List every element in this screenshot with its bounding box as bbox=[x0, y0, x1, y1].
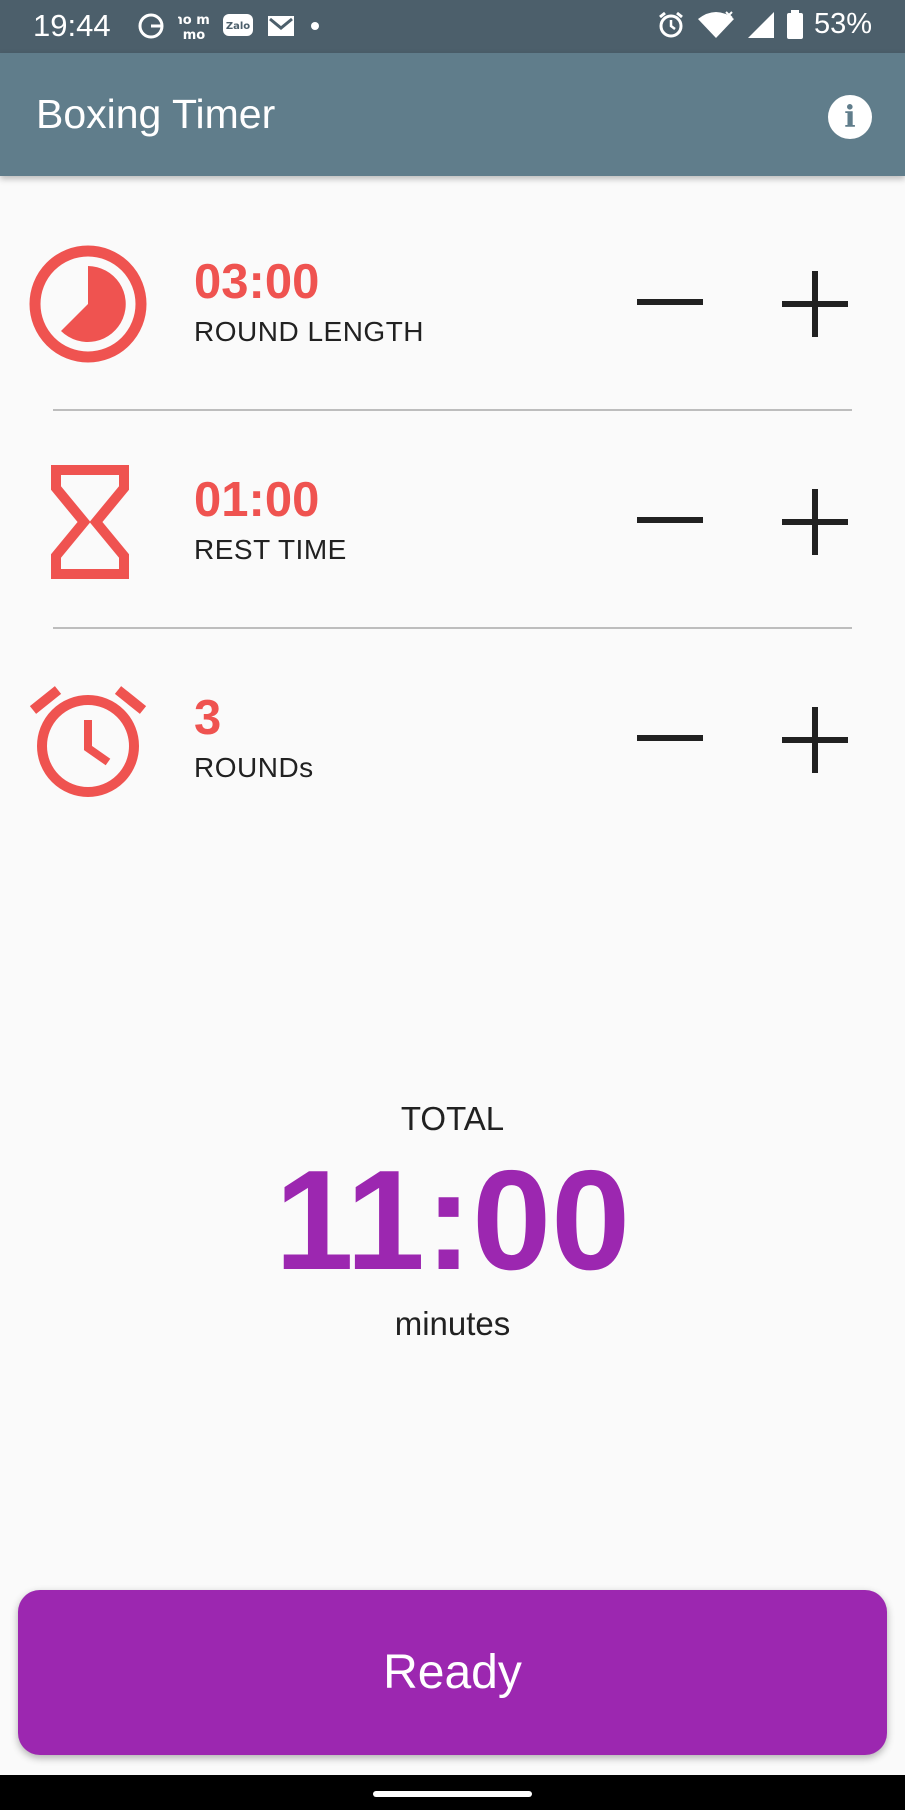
timer-pie-icon bbox=[28, 244, 148, 364]
minus-icon bbox=[637, 735, 703, 741]
screen: 19:44 mo momo Zalo bbox=[0, 0, 905, 1810]
momo-icon: mo momo bbox=[178, 10, 210, 42]
plus-icon bbox=[782, 489, 848, 555]
rounds-decrease-button[interactable] bbox=[630, 700, 710, 780]
battery-icon bbox=[786, 9, 804, 40]
round-length-increase-button[interactable] bbox=[775, 264, 855, 344]
plus-icon bbox=[782, 707, 848, 773]
round-length-value: 03:00 bbox=[194, 255, 320, 309]
minus-icon bbox=[637, 517, 703, 523]
rounds-value: 3 bbox=[194, 691, 222, 745]
dot-icon bbox=[308, 19, 322, 33]
battery-percent: 53% bbox=[813, 8, 872, 40]
rounds-increase-button[interactable] bbox=[775, 700, 855, 780]
rest-time-label: REST TIME bbox=[194, 534, 347, 565]
hourglass-icon bbox=[28, 462, 148, 582]
total-value: 11:00 bbox=[274, 1141, 631, 1300]
rounds-row: 3 ROUNDs bbox=[0, 628, 905, 846]
svg-text:Zalo: Zalo bbox=[226, 21, 250, 32]
rounds-label: ROUNDs bbox=[194, 752, 314, 783]
total-unit: minutes bbox=[394, 1305, 511, 1342]
notification-icons: mo momo Zalo bbox=[136, 10, 322, 42]
rest-time-value: 01:00 bbox=[194, 473, 320, 527]
rest-time-increase-button[interactable] bbox=[775, 482, 855, 562]
zalo-icon: Zalo bbox=[222, 12, 254, 40]
minus-icon bbox=[637, 299, 703, 305]
app-title: Boxing Timer bbox=[36, 91, 276, 137]
system-icons: 53% bbox=[656, 8, 872, 41]
alarm-icon bbox=[656, 10, 686, 40]
rest-time-decrease-button[interactable] bbox=[630, 482, 710, 562]
round-length-row: 03:00 ROUND LENGTH bbox=[0, 192, 905, 410]
app-bar: Boxing Timer i bbox=[0, 53, 905, 176]
ready-button[interactable]: Ready bbox=[18, 1590, 887, 1755]
info-glyph: i bbox=[844, 99, 856, 135]
round-length-label: ROUND LENGTH bbox=[194, 316, 425, 347]
navigation-bar bbox=[0, 1775, 905, 1810]
round-length-decrease-button[interactable] bbox=[630, 264, 710, 344]
wifi-icon bbox=[696, 10, 736, 40]
status-time: 19:44 bbox=[33, 8, 111, 43]
signal-icon bbox=[746, 10, 776, 40]
g-icon bbox=[136, 11, 166, 41]
svg-text:mo: mo bbox=[183, 28, 206, 42]
total-label: TOTAL bbox=[400, 1100, 505, 1137]
alarm-clock-icon bbox=[28, 680, 148, 800]
status-bar: 19:44 mo momo Zalo bbox=[0, 0, 905, 53]
plus-icon bbox=[782, 271, 848, 337]
rest-time-row: 01:00 REST TIME bbox=[0, 410, 905, 628]
svg-text:mo mo: mo mo bbox=[178, 13, 210, 28]
info-icon[interactable]: i bbox=[828, 95, 872, 139]
mail-icon bbox=[266, 13, 296, 39]
home-handle[interactable] bbox=[373, 1791, 532, 1797]
